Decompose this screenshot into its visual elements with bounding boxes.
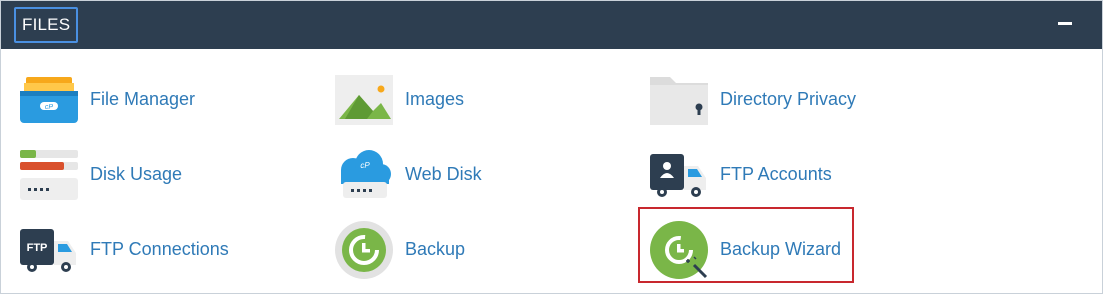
directory-privacy-link[interactable]: Directory Privacy <box>648 67 856 131</box>
ftp-connections-link[interactable]: FTP FTP Connections <box>18 217 229 281</box>
svg-text:cP: cP <box>45 104 54 111</box>
files-panel: FILES cP File Manager Images Directory P… <box>0 0 1103 294</box>
backup-wizard-icon <box>648 219 708 279</box>
backup-label: Backup <box>405 238 466 259</box>
web-disk-link[interactable]: cP Web Disk <box>333 142 482 206</box>
ftp-truck-user-icon <box>648 144 708 204</box>
backup-link[interactable]: Backup <box>333 217 465 281</box>
web-disk-label: Web Disk <box>405 163 482 184</box>
file-manager-link[interactable]: cP File Manager <box>18 67 195 131</box>
file-manager-label: File Manager <box>90 88 196 109</box>
cloud-drive-icon: cP <box>333 144 393 204</box>
file-manager-icon: cP <box>18 69 78 129</box>
directory-privacy-label: Directory Privacy <box>720 88 857 109</box>
images-label: Images <box>405 88 465 109</box>
images-icon <box>333 69 393 129</box>
section-title[interactable]: FILES <box>14 7 79 43</box>
backup-wizard-label: Backup Wizard <box>720 238 842 259</box>
disk-usage-icon <box>18 144 78 204</box>
folder-lock-icon <box>648 69 708 129</box>
minus-icon[interactable] <box>1056 13 1076 33</box>
ftp-accounts-link[interactable]: FTP Accounts <box>648 142 832 206</box>
disk-usage-link[interactable]: Disk Usage <box>18 142 182 206</box>
backup-wizard-link[interactable]: Backup Wizard <box>648 217 841 281</box>
backup-clock-icon <box>333 219 393 279</box>
ftp-connections-label: FTP Connections <box>90 238 229 259</box>
disk-usage-label: Disk Usage <box>90 163 183 184</box>
ftp-accounts-label: FTP Accounts <box>720 163 832 184</box>
images-link[interactable]: Images <box>333 67 464 131</box>
svg-text:FTP: FTP <box>27 242 48 254</box>
svg-text:cP: cP <box>360 161 370 170</box>
ftp-truck-icon: FTP <box>18 219 78 279</box>
panel-header: FILES <box>1 1 1102 49</box>
